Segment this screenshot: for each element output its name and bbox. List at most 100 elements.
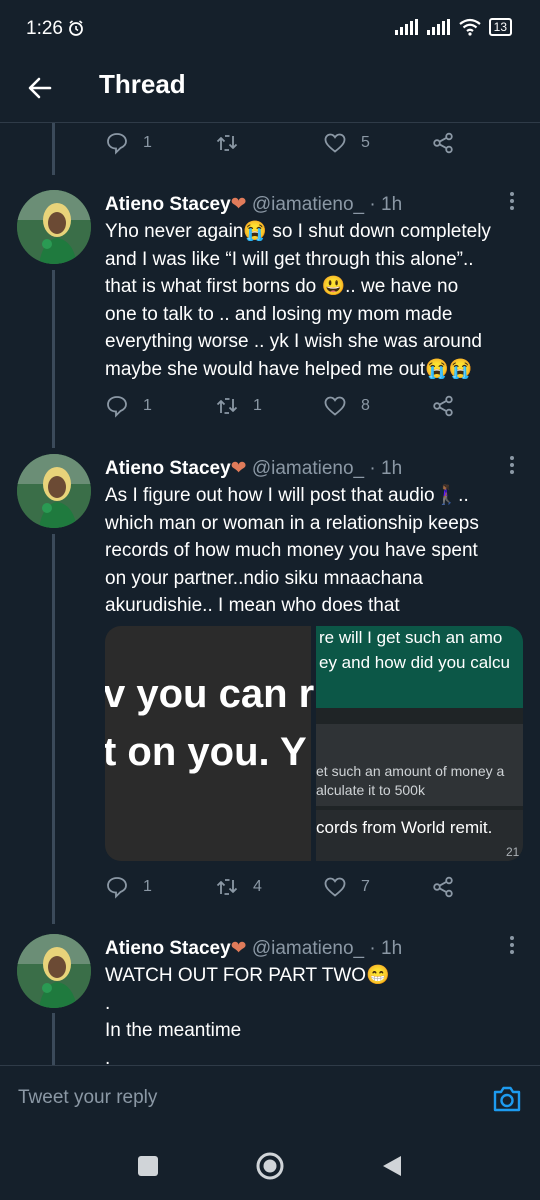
share-button[interactable] bbox=[431, 131, 455, 155]
tweet-line: In the meantime bbox=[105, 1020, 242, 1041]
status-time: 1:26 bbox=[26, 18, 63, 39]
tweet-line: and I was like “I will get through this … bbox=[105, 248, 474, 270]
header-divider bbox=[0, 122, 540, 123]
more-options-icon[interactable] bbox=[505, 935, 519, 955]
avatar-image bbox=[17, 454, 91, 528]
thread-connector bbox=[52, 1013, 55, 1065]
media-text: et such an amount of money a bbox=[316, 763, 505, 779]
reply-button[interactable]: 1 bbox=[105, 131, 152, 155]
reply-button[interactable]: 1 bbox=[105, 875, 152, 899]
tweet-line: . bbox=[105, 992, 111, 1014]
media-image-right[interactable]: re will I get such an amo ey and how did… bbox=[316, 626, 523, 861]
author-name[interactable]: Atieno Stacey bbox=[105, 194, 231, 215]
tweet-line: Yho never again😭 so I shut down complete… bbox=[105, 221, 491, 242]
avatar[interactable] bbox=[17, 190, 91, 264]
avatar[interactable] bbox=[17, 454, 91, 528]
tweet-line: on your partner..ndio siku mnaachana bbox=[105, 567, 423, 589]
tweet-line: akurudishie.. I mean who does that bbox=[105, 595, 400, 616]
retweet-count: 4 bbox=[253, 878, 262, 895]
share-button[interactable] bbox=[431, 875, 455, 899]
like-button[interactable]: 7 bbox=[323, 875, 370, 899]
tweet-line: one to talk to .. and losing my mom made bbox=[105, 303, 453, 325]
thread-connector bbox=[52, 270, 55, 448]
tweet-line: records of how much money you have spent bbox=[105, 540, 478, 561]
retweet-count: 1 bbox=[253, 397, 262, 414]
heart-emoji: ❤ bbox=[230, 938, 247, 959]
camera-icon[interactable] bbox=[491, 1084, 523, 1114]
media-text: cords from World remit. bbox=[316, 818, 493, 837]
tweet-text: Yho never again😭 so I shut down complete… bbox=[105, 218, 525, 383]
tweet-time: · 1h bbox=[369, 938, 403, 959]
reply-button[interactable]: 1 bbox=[105, 394, 152, 418]
share-icon bbox=[433, 395, 453, 417]
share-icon bbox=[433, 876, 453, 898]
media-text: 21 bbox=[506, 845, 520, 859]
like-count: 7 bbox=[361, 878, 370, 895]
more-options-icon[interactable] bbox=[505, 455, 519, 475]
tweet-time: · 1h bbox=[369, 194, 403, 215]
media-image-left[interactable]: v you can r t on you. Y bbox=[105, 626, 315, 861]
tweet-text: As I figure out how I will post that aud… bbox=[105, 482, 525, 620]
heart-icon bbox=[324, 877, 346, 897]
tweet-actions: 1 4 7 bbox=[105, 875, 475, 905]
tweet-media[interactable]: v you can r t on you. Y re will I get su… bbox=[105, 626, 523, 861]
reply-icon bbox=[107, 877, 127, 899]
retweet-icon bbox=[216, 879, 238, 895]
page-title: Thread bbox=[99, 69, 186, 99]
tweet-line: WATCH OUT FOR PART TWO😁 bbox=[105, 965, 390, 986]
wifi-icon bbox=[458, 18, 481, 36]
heart-icon bbox=[324, 133, 346, 153]
media-text: alculate it to 500k bbox=[316, 782, 425, 798]
thread-connector bbox=[52, 123, 55, 175]
home-icon[interactable] bbox=[255, 1151, 285, 1181]
heart-icon bbox=[324, 396, 346, 416]
avatar[interactable] bbox=[17, 934, 91, 1008]
reply-count: 1 bbox=[143, 878, 152, 895]
alarm-icon bbox=[69, 20, 83, 36]
media-text: t on you. Y bbox=[105, 730, 307, 774]
tweet-text: WATCH OUT FOR PART TWO😁 . In the meantim… bbox=[105, 962, 525, 1072]
system-navigation-bar bbox=[0, 1128, 540, 1200]
like-button[interactable]: 8 bbox=[323, 394, 370, 418]
author-name[interactable]: Atieno Stacey bbox=[105, 938, 231, 959]
back-nav-icon[interactable] bbox=[380, 1154, 404, 1178]
tweet-time: · 1h bbox=[369, 458, 403, 479]
status-bar: 1:26 13 bbox=[0, 0, 540, 58]
retweet-icon bbox=[216, 135, 238, 151]
heart-emoji: ❤ bbox=[230, 458, 247, 479]
heart-emoji: ❤ bbox=[230, 194, 247, 215]
like-count: 8 bbox=[361, 397, 370, 414]
author-handle[interactable]: @iamatieno_ bbox=[252, 938, 364, 959]
author-name[interactable]: Atieno Stacey bbox=[105, 458, 231, 479]
retweet-icon bbox=[216, 398, 238, 414]
tweet-line: everything worse .. yk I wish she was ar… bbox=[105, 331, 483, 352]
reply-composer bbox=[0, 1065, 540, 1129]
tweet-line: which man or woman in a relationship kee… bbox=[105, 512, 479, 534]
author-handle[interactable]: @iamatieno_ bbox=[252, 458, 364, 479]
retweet-button[interactable] bbox=[215, 131, 253, 155]
tweet-actions: 1 1 8 bbox=[105, 394, 475, 424]
signal-icon bbox=[394, 19, 418, 35]
header: Thread bbox=[0, 58, 540, 122]
reply-count: 1 bbox=[143, 397, 152, 414]
reply-icon bbox=[107, 396, 127, 418]
media-text: v you can r bbox=[105, 672, 315, 716]
reply-count: 1 bbox=[143, 134, 152, 151]
retweet-button[interactable]: 4 bbox=[215, 875, 262, 899]
back-arrow-icon[interactable] bbox=[22, 70, 58, 106]
tweet-actions: 1 5 bbox=[105, 131, 475, 161]
share-button[interactable] bbox=[431, 394, 455, 418]
avatar-image bbox=[17, 934, 91, 1008]
tweet-line: As I figure out how I will post that aud… bbox=[105, 485, 469, 506]
tweet-line: that is what first borns do 😃.. we have … bbox=[105, 276, 459, 297]
recent-apps-icon[interactable] bbox=[137, 1155, 159, 1177]
retweet-button[interactable]: 1 bbox=[215, 394, 262, 418]
battery-indicator: 13 bbox=[488, 18, 512, 36]
media-text: ey and how did you calcu bbox=[319, 653, 510, 672]
reply-icon bbox=[107, 133, 127, 155]
like-button[interactable]: 5 bbox=[323, 131, 370, 155]
tweet-line: maybe she would have helped me out😭😭 bbox=[105, 358, 473, 380]
author-handle[interactable]: @iamatieno_ bbox=[252, 194, 364, 215]
more-options-icon[interactable] bbox=[505, 191, 519, 211]
reply-input[interactable] bbox=[16, 1082, 440, 1114]
